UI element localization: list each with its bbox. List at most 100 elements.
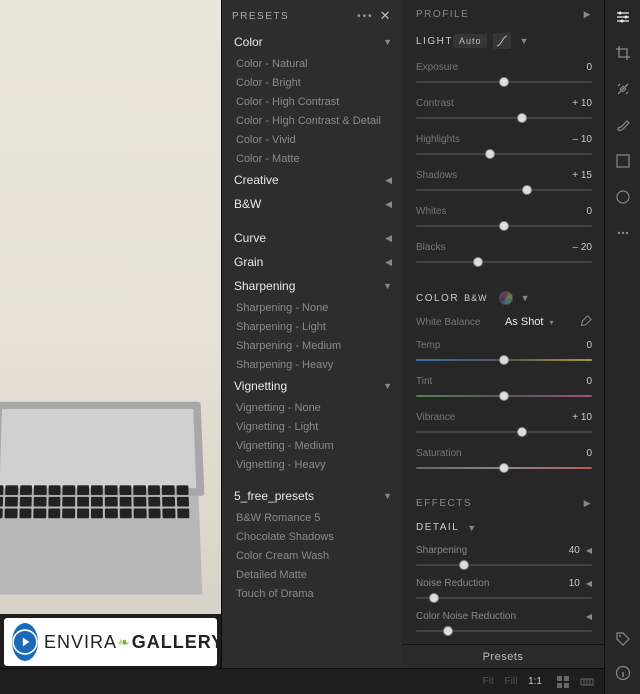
slider-highlights: Highlights– 10 [402, 134, 604, 161]
slider-track[interactable] [416, 558, 592, 570]
preset-item[interactable]: Sharpening - Heavy [234, 355, 398, 374]
slider-track[interactable] [416, 353, 592, 367]
chevron-down-icon[interactable]: ▼ [521, 293, 531, 303]
preset-group-header[interactable]: Sharpening▼ [234, 274, 398, 298]
slider-thumb[interactable] [443, 626, 453, 636]
preset-item[interactable]: Color - Natural [234, 54, 398, 73]
slider-value: + 10 [572, 98, 592, 109]
more-icon[interactable] [614, 224, 632, 242]
slider-track[interactable] [416, 111, 592, 125]
preset-group-header[interactable]: 5_free_presets▼ [234, 484, 398, 508]
presets-bottom-tab[interactable]: Presets [402, 644, 604, 668]
slider-thumb[interactable] [522, 185, 532, 195]
effects-section[interactable]: EFFECTS▶ [402, 489, 604, 514]
slider-track[interactable] [416, 425, 592, 439]
crop-icon[interactable] [614, 44, 632, 62]
preset-item[interactable]: Vignetting - Medium [234, 436, 398, 455]
slider-thumb[interactable] [517, 113, 527, 123]
preset-item[interactable]: Vignetting - Heavy [234, 455, 398, 474]
slider-thumb[interactable] [459, 560, 469, 570]
zoom-1to1[interactable]: 1:1 [528, 676, 542, 687]
slider-tint: Tint0 [402, 376, 604, 403]
slider-track[interactable] [416, 624, 592, 636]
slider-label: Whites [416, 206, 447, 217]
slider-track[interactable] [416, 183, 592, 197]
preset-item[interactable]: B&W Romance 5 [234, 508, 398, 527]
preset-item[interactable]: Detailed Matte [234, 565, 398, 584]
slider-label: Vibrance [416, 412, 455, 423]
preset-item[interactable]: Sharpening - Light [234, 317, 398, 336]
detail-label: Sharpening [416, 545, 569, 556]
radial-gradient-icon[interactable] [614, 188, 632, 206]
brush-icon[interactable] [614, 116, 632, 134]
bottom-bar: Fit Fill 1:1 [0, 668, 604, 694]
slider-track[interactable] [416, 219, 592, 233]
slider-thumb[interactable] [499, 77, 509, 87]
preset-item[interactable]: Color - Bright [234, 73, 398, 92]
slider-thumb[interactable] [499, 355, 509, 365]
slider-track[interactable] [416, 75, 592, 89]
slider-track[interactable] [416, 255, 592, 269]
slider-shadows: Shadows+ 15 [402, 170, 604, 197]
preset-group-header[interactable]: Vignetting▼ [234, 374, 398, 398]
white-balance-select[interactable]: As Shot [505, 316, 544, 328]
image-preview[interactable] [0, 0, 221, 614]
edit-sliders-icon[interactable] [614, 8, 632, 26]
slider-track[interactable] [416, 591, 592, 603]
slider-value: – 20 [573, 242, 592, 253]
presets-menu-icon[interactable]: ••• [357, 11, 374, 22]
slider-thumb[interactable] [499, 221, 509, 231]
slider-thumb[interactable] [485, 149, 495, 159]
healing-icon[interactable] [614, 80, 632, 98]
white-balance-label: White Balance [416, 317, 480, 328]
slider-thumb[interactable] [499, 463, 509, 473]
linear-gradient-icon[interactable] [614, 152, 632, 170]
preset-group-header[interactable]: Curve◀ [234, 226, 398, 250]
bw-button[interactable]: B&W [459, 291, 493, 305]
chevron-down-icon[interactable]: ▼ [519, 36, 529, 46]
slider-thumb[interactable] [429, 593, 439, 603]
tag-icon[interactable] [614, 630, 632, 648]
preset-item[interactable]: Vignetting - None [234, 398, 398, 417]
preset-item[interactable]: Color - High Contrast & Detail [234, 111, 398, 130]
preset-item[interactable]: Chocolate Shadows [234, 527, 398, 546]
preset-item[interactable]: Color Cream Wash [234, 546, 398, 565]
zoom-fill[interactable]: Fill [505, 676, 518, 687]
preset-item[interactable]: Vignetting - Light [234, 417, 398, 436]
tone-curve-button[interactable] [493, 33, 511, 49]
zoom-fit[interactable]: Fit [483, 676, 494, 687]
chevron-down-icon[interactable]: ▼ [467, 523, 477, 533]
preset-group-header[interactable]: Creative◀ [234, 168, 398, 192]
preset-group-header[interactable]: B&W◀ [234, 192, 398, 216]
preset-group-header[interactable]: Color▼ [234, 30, 398, 54]
grid-view-icon[interactable] [556, 675, 570, 689]
detail-color-noise-reduction: Color Noise Reduction◀ [402, 611, 604, 622]
dropdown-caret-icon[interactable]: ▾ [550, 318, 554, 327]
slider-track[interactable] [416, 147, 592, 161]
edit-panel: PROFILE▶ LIGHT Auto ▼ Exposure0Contrast+… [402, 0, 604, 694]
slider-track[interactable] [416, 461, 592, 475]
expand-icon[interactable]: ◀ [586, 546, 592, 555]
auto-button[interactable]: Auto [453, 34, 488, 48]
preset-item[interactable]: Touch of Drama [234, 584, 398, 603]
expand-icon[interactable]: ◀ [586, 612, 592, 621]
preset-item[interactable]: Color - High Contrast [234, 92, 398, 111]
laptop-graphic [0, 476, 202, 595]
preset-item[interactable]: Color - Vivid [234, 130, 398, 149]
preset-item[interactable]: Sharpening - Medium [234, 336, 398, 355]
slider-track[interactable] [416, 389, 592, 403]
expand-icon[interactable]: ◀ [586, 579, 592, 588]
close-icon[interactable]: ✕ [380, 8, 392, 24]
preset-item[interactable]: Sharpening - None [234, 298, 398, 317]
preset-item[interactable]: Color - Matte [234, 149, 398, 168]
info-icon[interactable] [614, 664, 632, 682]
preset-group-header[interactable]: Grain◀ [234, 250, 398, 274]
eyedropper-icon[interactable] [578, 315, 592, 329]
slider-thumb[interactable] [499, 391, 509, 401]
filmstrip-icon[interactable] [580, 675, 594, 689]
slider-label: Contrast [416, 98, 454, 109]
profile-section[interactable]: PROFILE▶ [402, 0, 604, 25]
slider-thumb[interactable] [473, 257, 483, 267]
slider-thumb[interactable] [517, 427, 527, 437]
color-mixer-icon[interactable] [499, 291, 513, 305]
